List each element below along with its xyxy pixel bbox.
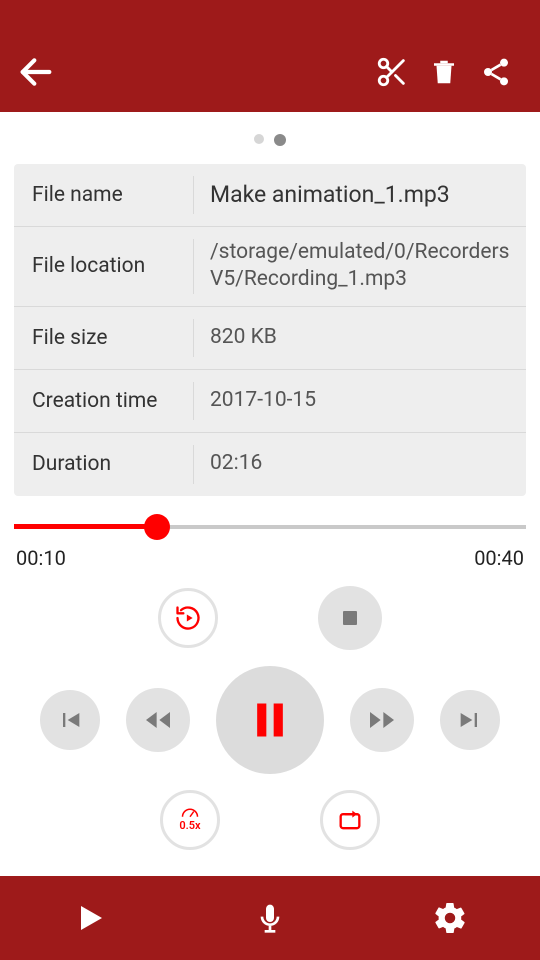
- nav-record-button[interactable]: [225, 886, 315, 950]
- nav-settings-button[interactable]: [405, 886, 495, 950]
- content-area: File name Make animation_1.mp3 File loca…: [0, 112, 540, 876]
- skip-previous-icon: [56, 706, 84, 734]
- fast-forward-icon: [366, 704, 398, 736]
- skip-next-button[interactable]: [440, 690, 500, 750]
- speed-icon: [181, 807, 199, 819]
- seek-thumb[interactable]: [144, 514, 170, 540]
- seek-progress: [14, 524, 157, 529]
- app-bar: [0, 32, 540, 112]
- info-row-duration: Duration 02:16: [14, 433, 526, 496]
- loop-section-button[interactable]: [320, 790, 380, 850]
- info-value: /storage/emulated/0/RecordersV5/Recordin…: [194, 239, 526, 294]
- delete-button[interactable]: [418, 46, 470, 98]
- fast-forward-button[interactable]: [350, 688, 414, 752]
- time-labels: 00:10 00:40: [14, 546, 526, 570]
- info-value: 820 KB: [194, 324, 526, 351]
- back-button[interactable]: [10, 46, 62, 98]
- info-row-creation: Creation time 2017-10-15: [14, 370, 526, 433]
- repeat-icon: [174, 604, 202, 632]
- speed-label: 0.5x: [179, 819, 200, 832]
- seek-bar[interactable]: [14, 514, 526, 540]
- status-bar: [0, 0, 540, 32]
- info-value: 02:16: [194, 450, 526, 477]
- total-time: 00:40: [474, 546, 524, 570]
- page-dot-2: [274, 134, 286, 146]
- info-label: File location: [14, 239, 194, 294]
- info-value: Make animation_1.mp3: [194, 180, 526, 210]
- current-time: 00:10: [16, 546, 66, 570]
- info-value: 2017-10-15: [194, 387, 526, 414]
- trim-button[interactable]: [366, 46, 418, 98]
- bottom-nav: [0, 876, 540, 960]
- share-button[interactable]: [470, 46, 522, 98]
- info-row-location: File location /storage/emulated/0/Record…: [14, 227, 526, 307]
- repeat-button[interactable]: [158, 588, 218, 648]
- stop-button[interactable]: [318, 586, 382, 650]
- rewind-button[interactable]: [126, 688, 190, 752]
- seek-area: 00:10 00:40: [14, 514, 526, 570]
- info-label: Duration: [14, 445, 194, 484]
- trash-icon: [429, 55, 459, 89]
- file-info-card: File name Make animation_1.mp3 File loca…: [14, 164, 526, 496]
- info-label: File name: [14, 176, 194, 214]
- pause-icon: [248, 696, 292, 744]
- skip-previous-button[interactable]: [40, 690, 100, 750]
- loop-icon: [336, 806, 364, 834]
- play-icon: [72, 900, 108, 936]
- page-indicator[interactable]: [14, 112, 526, 164]
- nav-play-button[interactable]: [45, 886, 135, 950]
- gear-icon: [432, 900, 468, 936]
- info-label: Creation time: [14, 382, 194, 420]
- info-row-size: File size 820 KB: [14, 307, 526, 370]
- playback-controls: 0.5x: [14, 586, 526, 850]
- page-dot-1: [254, 134, 264, 144]
- pause-button[interactable]: [216, 666, 324, 774]
- rewind-icon: [142, 704, 174, 736]
- share-icon: [480, 56, 512, 88]
- speed-button[interactable]: 0.5x: [160, 790, 220, 850]
- info-row-filename: File name Make animation_1.mp3: [14, 164, 526, 227]
- stop-icon: [338, 606, 362, 630]
- skip-next-icon: [456, 706, 484, 734]
- info-label: File size: [14, 319, 194, 357]
- scissors-icon: [375, 55, 409, 89]
- arrow-left-icon: [16, 52, 56, 92]
- microphone-icon: [254, 898, 286, 938]
